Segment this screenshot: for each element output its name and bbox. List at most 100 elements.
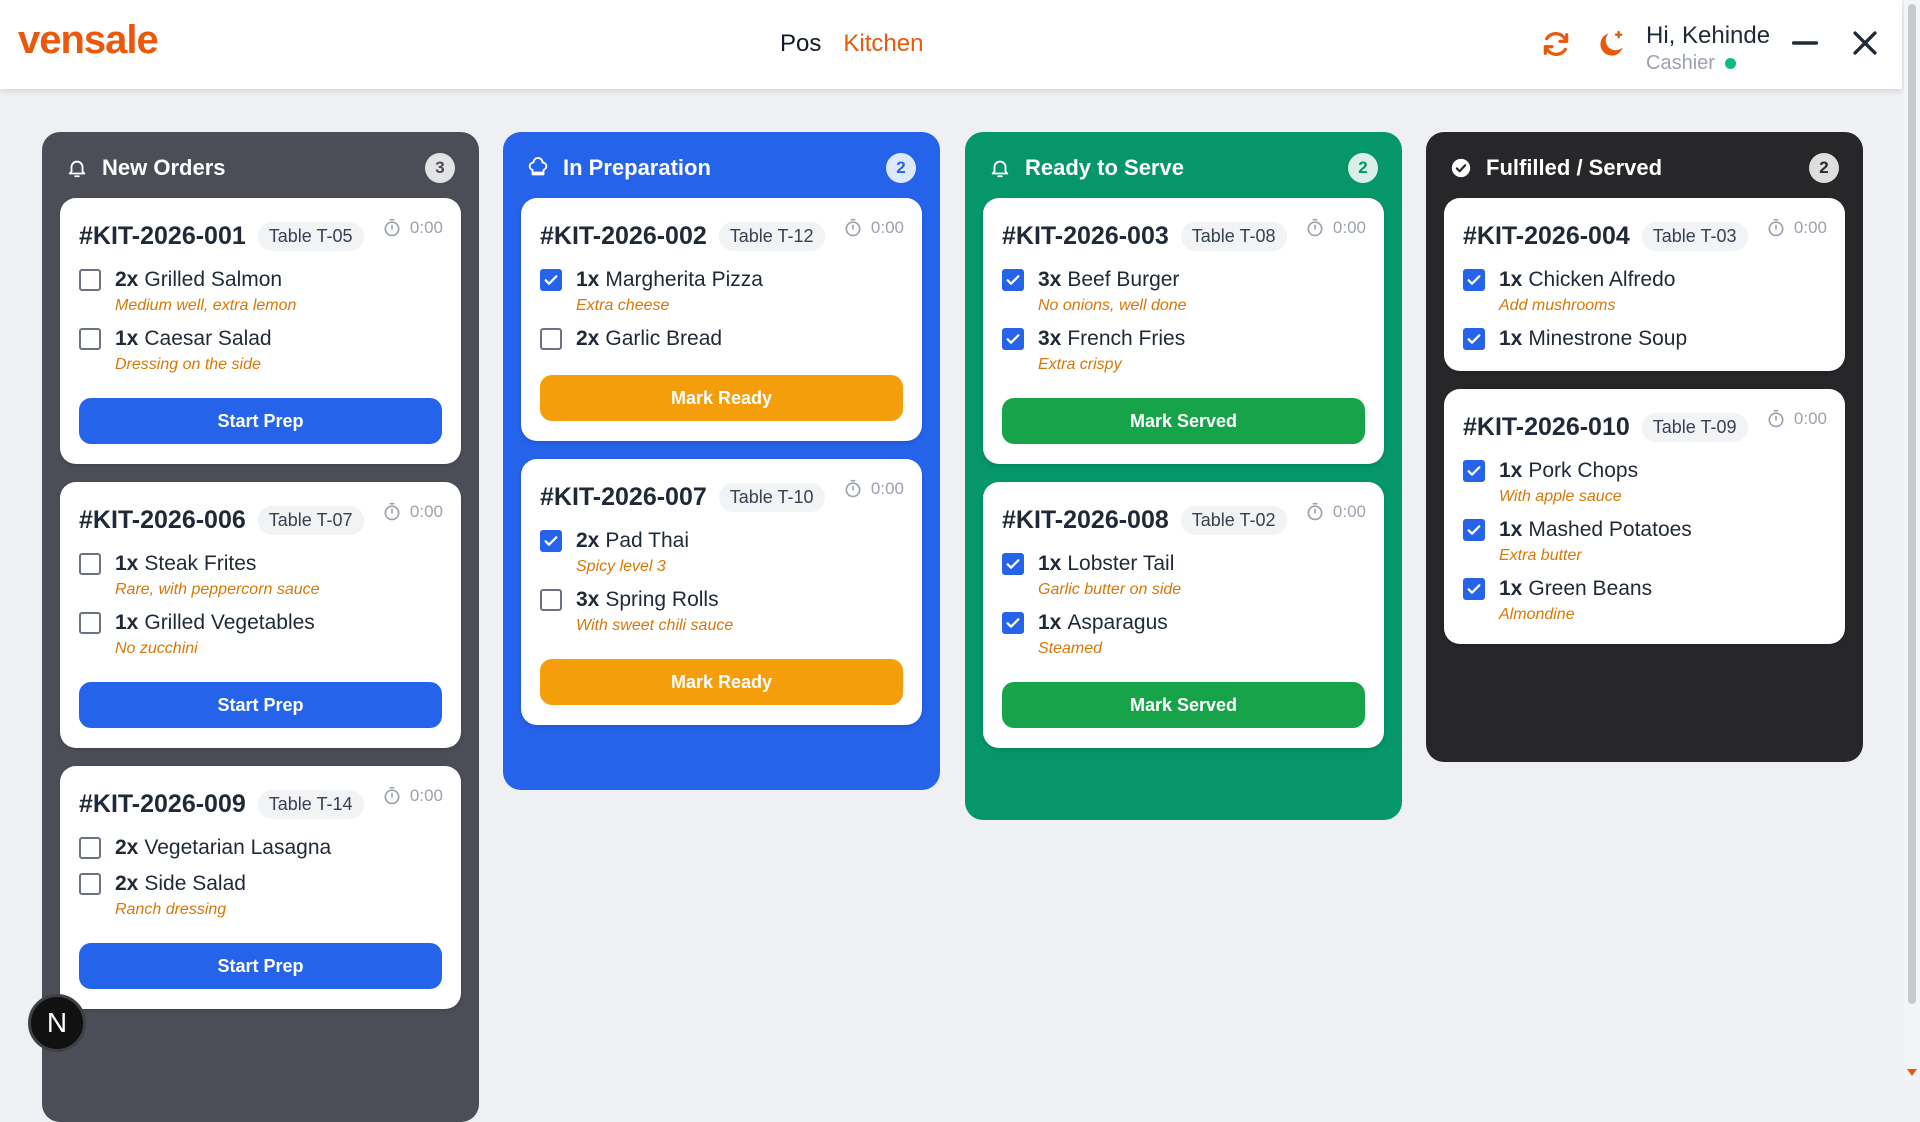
column-header: Ready to Serve 2 <box>989 150 1378 186</box>
item-note: Extra butter <box>1499 547 1582 564</box>
online-status-dot <box>1724 58 1736 69</box>
check-icon <box>1006 559 1020 569</box>
table-tag: Table T-02 <box>1180 505 1287 535</box>
item-checkbox[interactable] <box>1463 460 1485 482</box>
item-name: Margherita Pizza <box>605 268 763 291</box>
order-action-button[interactable]: Mark Ready <box>540 659 903 705</box>
order-timer: 0:00 <box>382 218 443 238</box>
timer-value: 0:00 <box>1793 409 1827 428</box>
item-checkbox[interactable] <box>540 530 562 552</box>
order-card: #KIT-2026-007 Table T-10 0:00 2x Pad Thai Spi… <box>521 459 922 725</box>
order-timer: 0:00 <box>1305 502 1366 522</box>
check-icon <box>544 536 558 546</box>
order-action-button[interactable]: Mark Served <box>1002 398 1365 444</box>
item-quantity: 1x <box>1499 327 1523 350</box>
item-quantity: 2x <box>115 268 139 291</box>
item-checkbox[interactable] <box>1463 269 1485 291</box>
nav-pos[interactable]: Pos <box>780 30 821 58</box>
order-card: #KIT-2026-009 Table T-14 0:00 2x Vegetarian … <box>60 766 461 1009</box>
column-title: New Orders <box>102 155 226 180</box>
item-quantity: 1x <box>1038 611 1062 634</box>
order-item-row: 2x Side Salad <box>79 872 442 896</box>
order-item-row: 2x Vegetarian Lasagna <box>79 836 442 860</box>
table-tag: Table T-08 <box>1180 221 1287 251</box>
item-checkbox[interactable] <box>540 269 562 291</box>
order-action-button[interactable]: Start Prep <box>79 943 442 989</box>
order-item: 3x French Fries Extra crispy <box>1002 327 1365 374</box>
item-quantity: 3x <box>1038 268 1062 291</box>
app-logo: vensale <box>18 18 159 62</box>
item-checkbox[interactable] <box>1002 612 1024 634</box>
item-note: No onions, well done <box>1038 297 1187 314</box>
check-icon <box>1467 334 1481 344</box>
item-checkbox[interactable] <box>79 328 101 350</box>
column-new-orders: New Orders 3 #KIT-2026-001 Table T-05 0:00… <box>42 132 479 1122</box>
scroll-down-arrow-icon[interactable] <box>1907 1069 1917 1076</box>
item-quantity: 3x <box>576 588 600 611</box>
item-quantity: 1x <box>1499 577 1523 600</box>
column-count-badge: 2 <box>1348 153 1378 183</box>
stopwatch-icon <box>384 786 400 805</box>
item-checkbox[interactable] <box>540 328 562 350</box>
dev-tools-badge[interactable]: N <box>28 994 86 1052</box>
timer-value: 0:00 <box>1332 218 1366 237</box>
order-timer: 0:00 <box>1766 409 1827 429</box>
order-card: #KIT-2026-002 Table T-12 0:00 1x Margherita … <box>521 198 922 441</box>
column-header: Fulfilled / Served 2 <box>1450 150 1839 186</box>
table-tag: Table T-14 <box>257 789 364 819</box>
minimize-icon[interactable] <box>1788 26 1822 60</box>
item-checkbox[interactable] <box>1463 519 1485 541</box>
order-item-row: 2x Garlic Bread <box>540 327 903 351</box>
item-checkbox[interactable] <box>79 269 101 291</box>
order-item: 1x Lobster Tail Garlic butter on side <box>1002 552 1365 599</box>
user-greeting: Hi, Kehinde <box>1646 22 1771 49</box>
timer-value: 0:00 <box>1793 218 1827 237</box>
order-card: #KIT-2026-006 Table T-07 0:00 1x Steak Frite… <box>60 482 461 748</box>
item-checkbox[interactable] <box>79 837 101 859</box>
item-checkbox[interactable] <box>1002 328 1024 350</box>
refresh-icon[interactable] <box>1540 28 1572 60</box>
page-scrollbar[interactable] <box>1904 0 1920 1080</box>
theme-moon-icon[interactable] <box>1596 28 1628 60</box>
column-title: In Preparation <box>563 155 711 180</box>
order-item: 2x Vegetarian Lasagna <box>79 836 442 860</box>
item-name: Garlic Bread <box>605 327 723 350</box>
item-note: Extra crispy <box>1038 356 1122 373</box>
item-checkbox[interactable] <box>1002 269 1024 291</box>
order-action-button[interactable]: Start Prep <box>79 398 442 444</box>
item-checkbox[interactable] <box>540 589 562 611</box>
stopwatch-icon <box>1768 218 1784 237</box>
table-tag: Table T-03 <box>1641 221 1748 251</box>
stopwatch-icon <box>384 218 400 237</box>
item-checkbox[interactable] <box>1463 578 1485 600</box>
item-checkbox[interactable] <box>79 612 101 634</box>
order-item-row: 3x Spring Rolls <box>540 588 903 612</box>
item-name: Grilled Vegetables <box>144 611 315 634</box>
item-checkbox[interactable] <box>1463 328 1485 350</box>
item-checkbox[interactable] <box>79 873 101 895</box>
column-title: Fulfilled / Served <box>1486 155 1663 180</box>
order-action-button[interactable]: Mark Ready <box>540 375 903 421</box>
user-info[interactable]: Hi, Kehinde Cashier <box>1646 22 1770 75</box>
order-action-button[interactable]: Start Prep <box>79 682 442 728</box>
order-card: #KIT-2026-008 Table T-02 0:00 1x Lobster Tai… <box>983 482 1384 748</box>
order-item: 1x Pork Chops With apple sauce <box>1463 459 1826 506</box>
bell-icon <box>68 160 86 178</box>
item-note: Steamed <box>1038 640 1103 657</box>
item-checkbox[interactable] <box>79 553 101 575</box>
order-action-button[interactable]: Mark Served <box>1002 682 1365 728</box>
timer-value: 0:00 <box>409 502 443 521</box>
order-id: #KIT-2026-010 <box>1463 412 1630 441</box>
item-name: Lobster Tail <box>1067 552 1175 575</box>
check-icon <box>1467 525 1481 535</box>
item-quantity: 2x <box>576 327 600 350</box>
item-name: Caesar Salad <box>144 327 272 350</box>
check-icon <box>1467 466 1481 476</box>
close-icon[interactable] <box>1848 26 1882 60</box>
order-item-row: 3x French Fries <box>1002 327 1365 351</box>
item-quantity: 3x <box>1038 327 1062 350</box>
timer-value: 0:00 <box>870 218 904 237</box>
scrollbar-thumb[interactable] <box>1908 4 1916 1004</box>
nav-kitchen[interactable]: Kitchen <box>843 30 923 58</box>
item-checkbox[interactable] <box>1002 553 1024 575</box>
